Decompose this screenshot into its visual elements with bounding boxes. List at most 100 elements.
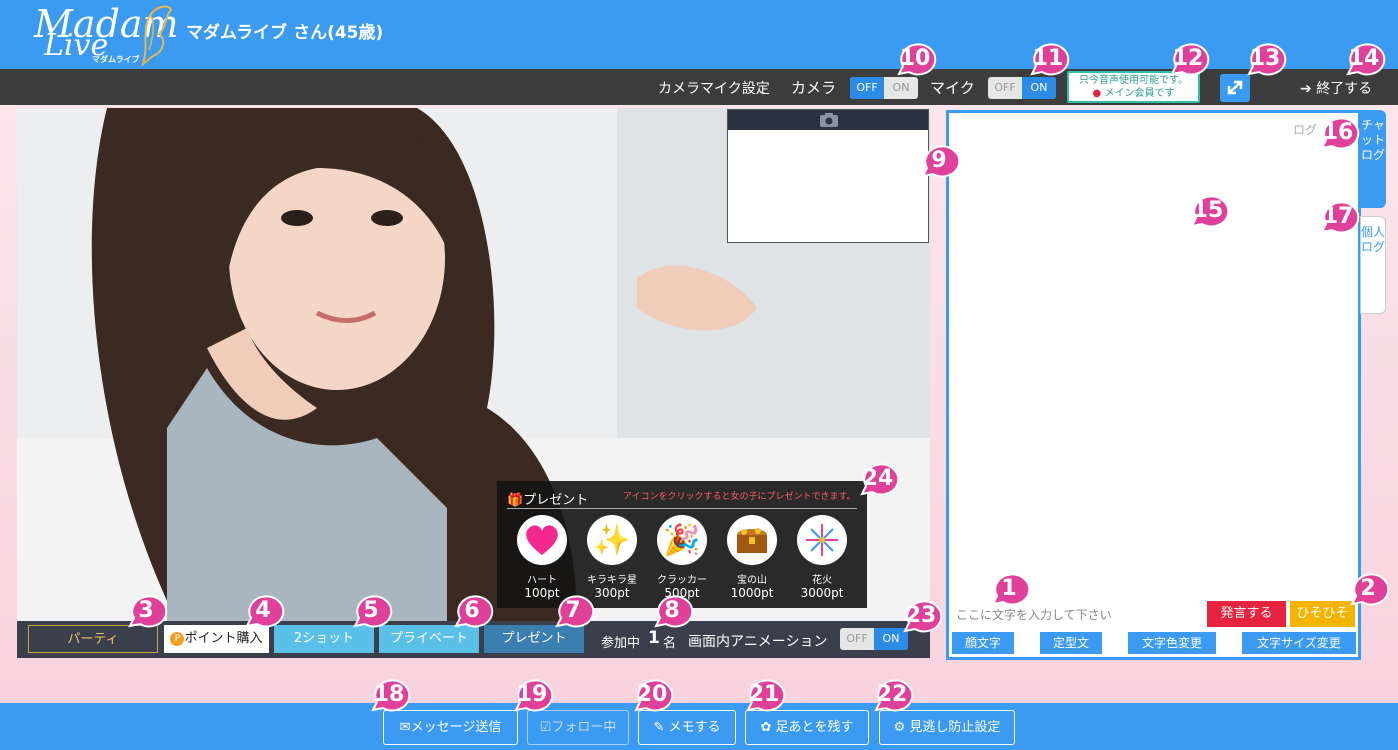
callout-badge: 2 — [1346, 570, 1390, 608]
present-item-name: ハート — [527, 575, 557, 586]
present-item-name: クラッカー — [657, 575, 707, 586]
send-message-button[interactable]: ✉メッセージ送信 — [383, 710, 518, 745]
callout-badge: 18 — [367, 676, 411, 714]
butterfly-wing-icon — [141, 5, 173, 66]
camera-mic-settings-label: カメラマイク設定 — [658, 81, 770, 97]
callout-badge: 17 — [1316, 198, 1360, 236]
sparkle-icon: ✨ — [587, 515, 637, 565]
present-item-name: 宝の山 — [737, 575, 767, 586]
callout-badge: 5 — [349, 592, 393, 630]
paw-icon: ✿ — [760, 720, 772, 735]
callout-badge: 1 — [987, 570, 1031, 608]
self-camera-preview — [727, 109, 929, 243]
callout-badge: 10 — [893, 40, 937, 78]
present-panel-hint: アイコンをクリックすると女の子にプレゼントできます。 — [623, 492, 856, 502]
mic-toggle-off[interactable]: OFF — [988, 77, 1022, 99]
present-item-cracker[interactable]: 🎉 クラッカー 500pt — [652, 515, 712, 600]
callout-badge: 21 — [742, 676, 786, 714]
camera-label: カメラ — [791, 79, 837, 97]
party-popper-icon: 🎉 — [657, 515, 707, 565]
animation-toggle[interactable]: OFF ON — [840, 628, 908, 650]
fireworks-icon — [797, 515, 847, 565]
gear-icon: ⚙ — [893, 720, 906, 735]
camera-toggle[interactable]: OFF ON — [850, 77, 918, 99]
send-message-label: メッセージ送信 — [410, 720, 502, 735]
callout-badge: 12 — [1166, 40, 1210, 78]
callout-badge: 13 — [1243, 40, 1287, 78]
present-item-treasure[interactable]: 宝の山 1000pt — [722, 515, 782, 600]
participants-unit: 名 — [663, 636, 677, 651]
callout-badge: 23 — [899, 597, 943, 635]
text-size-button[interactable]: 文字サイズ変更 — [1242, 632, 1356, 654]
camera-toggle-on[interactable]: ON — [884, 77, 918, 99]
text-color-button[interactable]: 文字色変更 — [1128, 632, 1216, 654]
footprint-button[interactable]: ✿ 足あとを残す — [745, 710, 869, 745]
following-label: フォロー中 — [551, 720, 617, 735]
animation-toggle-off[interactable]: OFF — [840, 628, 874, 650]
performer-name-title: マダムライブ さん(45歳) — [186, 23, 384, 43]
logo-subtext: マダムライブ — [92, 55, 140, 64]
memo-button[interactable]: ✎ メモする — [638, 710, 736, 745]
present-item-fireworks[interactable]: 花火 3000pt — [792, 515, 852, 600]
present-panel-title: プレゼント — [523, 493, 589, 508]
animation-label: 画面内アニメーション — [688, 634, 828, 650]
present-item-name: 花火 — [812, 575, 832, 586]
tab-personal-log[interactable]: 個人ログ — [1360, 216, 1386, 314]
callout-badge: 20 — [630, 676, 674, 714]
participants-label: 参加中 — [601, 636, 641, 651]
callout-badge: 19 — [510, 676, 554, 714]
mic-toggle[interactable]: OFF ON — [988, 77, 1056, 99]
following-button[interactable]: ☑フォロー中 — [527, 710, 629, 745]
edit-icon: ✎ — [653, 720, 665, 735]
mic-toggle-on[interactable]: ON — [1022, 77, 1056, 99]
preview-camera-bar — [728, 110, 928, 130]
template-text-button[interactable]: 定型文 — [1040, 632, 1102, 654]
emoticon-button[interactable]: 顔文字 — [952, 632, 1014, 654]
prevent-miss-label: 見逃し防止設定 — [909, 720, 1001, 735]
log-label: ログ — [1293, 123, 1318, 137]
callout-badge: 11 — [1026, 40, 1070, 78]
camera-toggle-off[interactable]: OFF — [850, 77, 884, 99]
mic-label: マイク — [930, 79, 975, 97]
fullscreen-expand-button[interactable] — [1220, 74, 1250, 102]
exit-label: 終了する — [1316, 81, 1373, 97]
user-icon: ● — [1092, 88, 1102, 99]
callout-badge: 15 — [1186, 192, 1230, 230]
present-panel-title-row: 🎁プレゼント — [507, 489, 588, 508]
callout-badge: 7 — [551, 592, 595, 630]
callout-badge: 24 — [856, 460, 900, 498]
point-coin-icon: P — [170, 631, 185, 646]
callout-badge: 14 — [1342, 40, 1386, 78]
tab-chat-log[interactable]: チャットログ — [1360, 110, 1386, 208]
treasure-icon — [727, 515, 777, 565]
send-button[interactable]: 発言する — [1207, 601, 1286, 627]
present-item-name: キラキラ星 — [587, 575, 637, 586]
madam-live-logo[interactable]: Madam Live マダムライブ — [4, 2, 179, 68]
participants-count: 1 — [648, 628, 660, 648]
member-status-text: メイン会員です — [1104, 88, 1175, 99]
exit-icon: ➔ — [1300, 81, 1312, 97]
present-item-price: 1000pt — [730, 586, 774, 600]
prevent-miss-settings-button[interactable]: ⚙ 見逃し防止設定 — [879, 710, 1015, 745]
callout-badge: 22 — [870, 676, 914, 714]
present-item-sparkle[interactable]: ✨ キラキラ星 300pt — [582, 515, 642, 600]
camera-icon — [820, 113, 838, 127]
callout-badge: 8 — [650, 592, 694, 630]
buy-points-label: ポイント購入 — [184, 631, 263, 646]
callout-badge: 4 — [241, 592, 285, 630]
callout-badge: 6 — [450, 592, 494, 630]
checkbox-icon: ☑ — [539, 720, 552, 735]
gift-icon: 🎁 — [507, 493, 524, 508]
callout-badge: 16 — [1316, 114, 1360, 152]
callout-badge: 9 — [917, 142, 961, 180]
exit-button[interactable]: ➔ 終了する — [1300, 78, 1372, 98]
callout-badge: 3 — [124, 592, 168, 630]
envelope-icon: ✉ — [399, 720, 411, 735]
heart-icon — [517, 515, 567, 565]
footprint-label: 足あとを残す — [775, 720, 854, 735]
expand-arrows-icon — [1227, 80, 1243, 95]
present-divider — [507, 508, 857, 509]
present-panel: 🎁プレゼント アイコンをクリックすると女の子にプレゼントできます。 ハート 10… — [497, 481, 867, 608]
present-item-heart[interactable]: ハート 100pt — [512, 515, 572, 600]
memo-label: メモする — [668, 720, 721, 735]
